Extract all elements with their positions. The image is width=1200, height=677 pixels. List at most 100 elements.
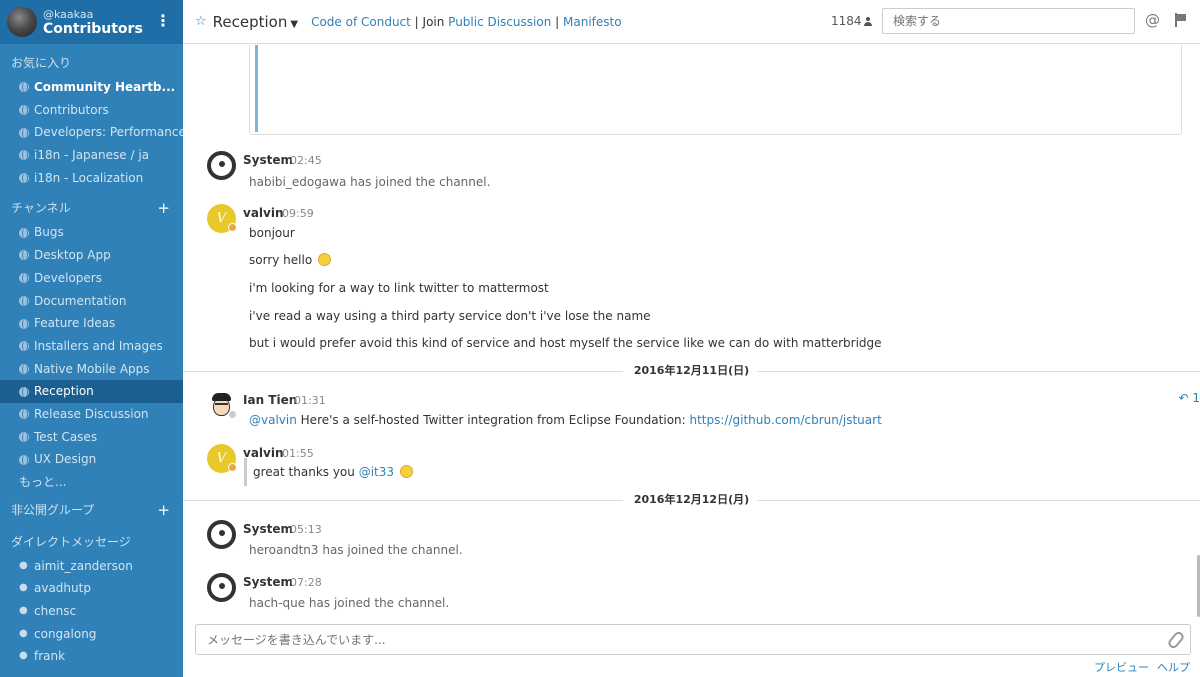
post-author[interactable]: System <box>243 153 293 167</box>
post-message: @valvin Here's a self-hosted Twitter int… <box>249 413 882 427</box>
post-author[interactable]: System <box>243 575 293 589</box>
embed-bar <box>255 45 258 132</box>
sidebar-item-developers[interactable]: Developers <box>0 267 183 290</box>
post-message-text: Here's a self-hosted Twitter integration… <box>296 413 690 427</box>
reply-count-button[interactable]: ↶ 1 <box>1178 391 1200 405</box>
sidebar-item-label: avadhutp <box>34 581 91 596</box>
code-of-conduct-link[interactable]: Code of Conduct <box>311 15 411 29</box>
sidebar-item-dm[interactable]: ● congalong <box>0 623 183 646</box>
member-count[interactable]: 1184 <box>831 14 872 28</box>
avatar[interactable] <box>7 7 37 37</box>
sidebar-item-label: Developers: Performance <box>34 125 183 140</box>
users-icon: ● <box>19 582 28 594</box>
sidebar-item-release-discussion[interactable]: Release Discussion <box>0 403 183 426</box>
avatar[interactable]: V <box>207 444 237 473</box>
user-icon <box>863 17 872 26</box>
users-icon: ● <box>19 627 28 639</box>
add-channel-button[interactable]: + <box>157 196 170 221</box>
globe-icon <box>19 295 29 306</box>
sidebar-item-dm[interactable]: ● frank <box>0 645 183 668</box>
team-menu-icon[interactable]: ⋮ <box>155 12 171 30</box>
message-input[interactable] <box>195 624 1191 655</box>
flag-icon[interactable] <box>1175 13 1187 27</box>
sidebar-item-label: aimit_zanderson <box>34 558 133 573</box>
smile-emoji-icon <box>399 465 413 478</box>
post-time[interactable]: 02:45 <box>290 154 322 167</box>
github-link[interactable]: https://github.com/cbrun/jstuart <box>690 413 882 427</box>
globe-icon <box>19 173 29 184</box>
sidebar-item-label: i18n - Japanese / ja <box>34 148 150 163</box>
sidebar-item-test-cases[interactable]: Test Cases <box>0 426 183 449</box>
post-time[interactable]: 01:31 <box>294 394 326 407</box>
globe-icon <box>19 150 29 161</box>
sidebar-item-label: Installers and Images <box>34 338 163 353</box>
mentions-icon[interactable]: @ <box>1145 11 1160 29</box>
sidebar-item-dm[interactable]: ● avadhutp <box>0 577 183 600</box>
post-message: i'm looking for a way to link twitter to… <box>249 281 549 295</box>
post-author[interactable]: Ian Tien <box>243 393 297 407</box>
sidebar-item-bugs[interactable]: Bugs <box>0 221 183 244</box>
sidebar-item-contributors[interactable]: Contributors <box>0 99 183 122</box>
sidebar-item-community-heartbeat[interactable]: Community Heartb... <box>0 76 183 99</box>
sidebar-item-label: Documentation <box>34 293 127 308</box>
sidebar-item-label: i18n - Localization <box>34 170 144 185</box>
post-time[interactable]: 05:13 <box>290 523 322 536</box>
sidebar-item-i18n-localization[interactable]: i18n - Localization <box>0 167 183 190</box>
post-time[interactable]: 07:28 <box>290 576 322 589</box>
avatar-hair <box>212 393 231 401</box>
star-icon[interactable]: ☆ <box>195 14 207 29</box>
sidebar-item-developers-performance[interactable]: Developers: Performance <box>0 121 183 144</box>
sidebar-item-documentation[interactable]: Documentation <box>0 290 183 313</box>
sidebar-item-reception[interactable]: Reception <box>0 380 183 403</box>
sidebar-item-feature-ideas[interactable]: Feature Ideas <box>0 312 183 335</box>
sidebar-item-dm[interactable]: ● chensc <box>0 600 183 623</box>
date-separator: 2016年12月12日(月) <box>183 492 1200 508</box>
channels-title-label: チャンネル <box>11 201 71 216</box>
sidebar: @kaakaa Contributors ⋮ お気に入り Community H… <box>0 0 183 677</box>
sidebar-item-label: Release Discussion <box>34 406 149 421</box>
system-avatar-icon <box>207 151 236 180</box>
smile-emoji-icon <box>318 253 331 266</box>
date-separator: 2016年12月11日(日) <box>183 363 1200 379</box>
post-list[interactable]: System 02:45 habibi_edogawa has joined t… <box>183 45 1200 617</box>
paperclip-icon[interactable] <box>1168 631 1182 647</box>
sidebar-item-dm[interactable]: ● aimit_zanderson <box>0 555 183 578</box>
channel-header: ☆ Reception ▼ Code of Conduct | Join Publ… <box>183 0 1200 44</box>
public-discussion-link[interactable]: Public Discussion <box>448 15 551 29</box>
channels-title: チャンネル + <box>0 196 183 221</box>
sidebar-item-i18n-japanese[interactable]: i18n - Japanese / ja <box>0 144 183 167</box>
users-icon: ● <box>19 559 28 571</box>
sidebar-item-installers-and-images[interactable]: Installers and Images <box>0 335 183 358</box>
avatar[interactable] <box>207 391 237 420</box>
post-author[interactable]: valvin <box>243 206 284 220</box>
sidebar-item-desktop-app[interactable]: Desktop App <box>0 244 183 267</box>
globe-icon <box>19 341 29 352</box>
sidebar-item-label: Contributors <box>34 102 109 117</box>
sidebar-item-label: Reception <box>34 384 94 399</box>
channel-name-dropdown[interactable]: Reception ▼ <box>213 13 298 31</box>
post-author[interactable]: System <box>243 522 293 536</box>
chevron-down-icon: ▼ <box>290 18 299 30</box>
mention-link[interactable]: @valvin <box>249 413 297 427</box>
sidebar-item-label: frank <box>34 649 66 664</box>
purpose-separator: | Join <box>410 14 449 29</box>
globe-icon <box>19 318 29 329</box>
favorites-title: お気に入り <box>11 56 72 70</box>
help-link[interactable]: ヘルプ <box>1157 661 1190 674</box>
post-message: heroandtn3 has joined the channel. <box>249 543 463 557</box>
mention-link[interactable]: @it33 <box>359 465 394 479</box>
more-channels-link[interactable]: もっと... <box>0 471 183 494</box>
search-input[interactable] <box>882 8 1135 34</box>
add-private-group-button[interactable]: + <box>157 498 170 523</box>
post-message: great thanks you @it33 <box>244 458 413 486</box>
sidebar-item-ux-design[interactable]: UX Design <box>0 448 183 471</box>
post-time[interactable]: 09:59 <box>282 207 314 220</box>
avatar[interactable]: V <box>207 204 237 233</box>
globe-icon <box>19 363 29 374</box>
manifesto-link[interactable]: Manifesto <box>563 15 622 29</box>
sidebar-item-native-mobile-apps[interactable]: Native Mobile Apps <box>0 358 183 381</box>
footer: プレビューヘルプ <box>183 617 1200 677</box>
globe-icon <box>19 250 29 261</box>
team-header[interactable]: @kaakaa Contributors ⋮ <box>0 0 183 44</box>
preview-link[interactable]: プレビュー <box>1094 661 1149 674</box>
